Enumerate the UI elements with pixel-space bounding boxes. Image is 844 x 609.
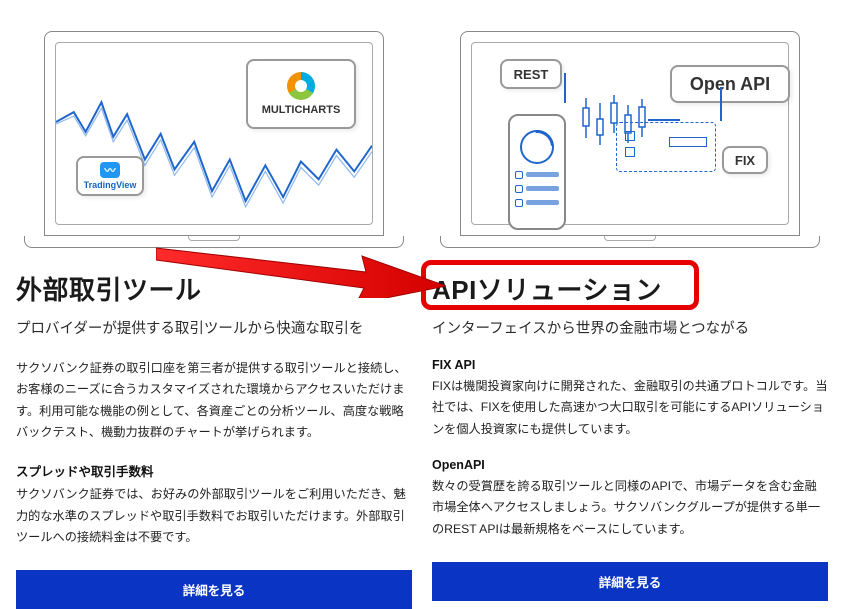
tradingview-logo-icon: 〰 bbox=[100, 162, 120, 178]
phone-mockup-icon bbox=[508, 114, 566, 230]
external-tools-body1: サクソバンク証券の取引口座を第三者が提供する取引ツールと接続し、お客様のニーズに… bbox=[16, 358, 412, 443]
multicharts-label: MULTICHARTS bbox=[262, 104, 341, 116]
external-tools-title: 外部取引ツール bbox=[16, 270, 412, 307]
spread-fees-heading: スプレッドや取引手数料 bbox=[16, 461, 412, 480]
fix-api-body: FIXは機関投資家向けに開発された、金融取引の共通プロトコルです。当社では、FI… bbox=[432, 376, 828, 440]
details-button-left[interactable]: 詳細を見る bbox=[16, 570, 412, 609]
external-tools-subtitle: プロバイダーが提供する取引ツールから快適な取引を bbox=[16, 317, 412, 338]
multicharts-chip: MULTICHARTS bbox=[246, 59, 356, 129]
dashed-module-icon bbox=[616, 122, 716, 172]
api-solutions-card: REST Open API FIX bbox=[432, 0, 828, 609]
external-tools-card: MULTICHARTS 〰 TradingView 外部取引ツール プロバイダー… bbox=[16, 0, 412, 609]
rest-chip: REST bbox=[500, 59, 562, 89]
multicharts-logo-icon bbox=[287, 72, 315, 100]
external-tools-body2: サクソバンク証券では、お好みの外部取引ツールをご利用いただき、魅力的な水準のスプ… bbox=[16, 484, 412, 548]
details-button-right[interactable]: 詳細を見る bbox=[432, 562, 828, 601]
openapi-heading: OpenAPI bbox=[432, 458, 828, 472]
illustration-laptop-chart: MULTICHARTS 〰 TradingView bbox=[16, 0, 412, 248]
fix-chip: FIX bbox=[722, 146, 768, 174]
openapi-chip: Open API bbox=[670, 65, 790, 103]
api-solutions-title: APIソリューション bbox=[432, 270, 828, 307]
openapi-body: 数々の受賞歴を誇る取引ツールと同様のAPIで、市場データを含む金融市場全体へアク… bbox=[432, 476, 828, 540]
tradingview-label: TradingView bbox=[84, 180, 137, 190]
tradingview-chip: 〰 TradingView bbox=[76, 156, 144, 196]
illustration-laptop-api: REST Open API FIX bbox=[432, 0, 828, 248]
api-solutions-subtitle: インターフェイスから世界の金融市場とつながる bbox=[432, 317, 828, 338]
fix-api-heading: FIX API bbox=[432, 358, 828, 372]
